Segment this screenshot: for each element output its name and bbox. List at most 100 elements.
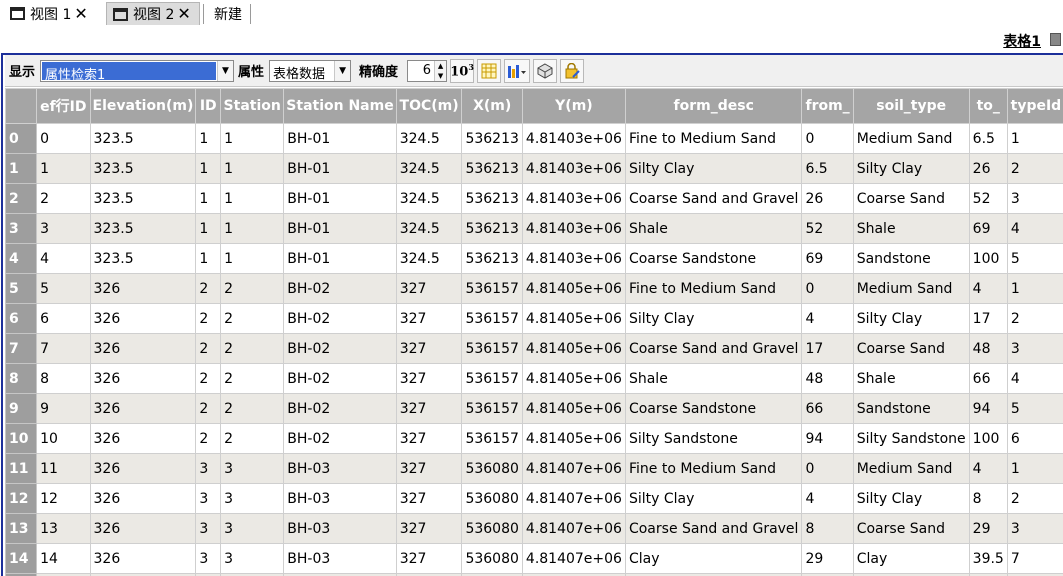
column-header[interactable]: Y(m) — [521, 88, 626, 124]
table-cell[interactable]: 0 — [801, 273, 854, 304]
table-cell[interactable]: 8 — [801, 513, 854, 544]
table-row[interactable]: 6 6 326 2 2 BH-02 327 536157 4.81405e+06 Silty Cl… — [5, 303, 1063, 334]
table-cell[interactable]: 1 — [195, 153, 222, 184]
table-cell[interactable]: Coarse Sandstone — [624, 393, 803, 424]
table-cell[interactable]: 3 — [195, 543, 222, 574]
table-cell[interactable]: 327 — [395, 483, 463, 514]
table-cell[interactable]: 327 — [395, 303, 463, 334]
table-cell[interactable]: 10 — [36, 423, 91, 454]
table-cell[interactable]: 326 — [89, 273, 197, 304]
table-row[interactable]: 7 7 326 2 2 BH-02 327 536157 4.81405e+06 Coarse S… — [5, 333, 1063, 364]
table-cell[interactable]: BH-02 — [283, 393, 397, 424]
table-cell[interactable]: 326 — [89, 303, 197, 334]
row-header[interactable]: 12 — [5, 483, 38, 514]
table-cell[interactable]: 5 — [1006, 243, 1063, 274]
table-cell[interactable]: BH-03 — [283, 453, 397, 484]
table-row[interactable]: 4 4 323.5 1 1 BH-01 324.5 536213 4.81403e+06 Coar… — [5, 243, 1063, 274]
table-cell[interactable]: 69 — [801, 243, 854, 274]
down-arrow-icon[interactable]: ▼ — [435, 71, 446, 81]
table-cell[interactable]: Silty Clay — [852, 153, 970, 184]
table-cell[interactable]: Medium Sand — [852, 273, 970, 304]
table-cell[interactable]: 2 — [1006, 303, 1063, 334]
table-cell[interactable]: Coarse Sand and Gravel — [624, 513, 803, 544]
table-cell[interactable]: 17 — [801, 333, 854, 364]
table-cell[interactable]: 1 — [220, 213, 285, 244]
table-cell[interactable]: Silty Clay — [624, 153, 803, 184]
table-cell[interactable]: BH-01 — [283, 243, 397, 274]
table-cell[interactable]: BH-01 — [283, 153, 397, 184]
table-cell[interactable]: BH-03 — [283, 543, 397, 574]
table-cell[interactable]: Fine to Medium Sand — [624, 273, 803, 304]
table-cell[interactable]: 1 — [1006, 453, 1063, 484]
table-cell[interactable]: 48 — [801, 363, 854, 394]
table-cell[interactable]: 3 — [1006, 513, 1063, 544]
table-cell[interactable]: 1 — [1006, 273, 1063, 304]
table-cell[interactable]: BH-03 — [283, 513, 397, 544]
table-cell[interactable]: 327 — [395, 273, 463, 304]
display-select[interactable]: 属性检索1 ▼ — [40, 59, 235, 82]
table-cell[interactable]: 4.81405e+06 — [521, 363, 626, 394]
table-cell[interactable]: 536213 — [461, 153, 523, 184]
table-cell[interactable]: Shale — [852, 363, 970, 394]
column-header[interactable]: typeId — [1006, 88, 1063, 124]
scientific-notation-button[interactable]: 103 — [450, 58, 475, 83]
column-chart-button[interactable] — [504, 58, 531, 83]
table-cell[interactable]: 6.5 — [801, 153, 854, 184]
table-cell[interactable]: 4.81405e+06 — [521, 393, 626, 424]
table-cell[interactable]: 3 — [36, 213, 91, 244]
table-cell[interactable]: 48 — [968, 333, 1008, 364]
table-cell[interactable]: Fine to Medium Sand — [624, 453, 803, 484]
table-cell[interactable]: 327 — [395, 363, 463, 394]
table-cell[interactable]: 324.5 — [395, 243, 463, 274]
table-cell[interactable]: 2 — [220, 363, 285, 394]
column-header[interactable]: ID — [195, 88, 222, 124]
tab-view-2[interactable]: 视图 2 ✕ — [106, 2, 200, 25]
table-cell[interactable]: 26 — [968, 153, 1008, 184]
table-row[interactable]: 0 0 323.5 1 1 BH-01 324.5 536213 4.81403e+06 Fine… — [5, 123, 1063, 154]
sheet-title[interactable]: 表格1 — [1003, 31, 1041, 51]
table-cell[interactable]: 3 — [220, 453, 285, 484]
table-cell[interactable]: 326 — [89, 423, 197, 454]
table-cell[interactable]: 3 — [220, 543, 285, 574]
table-cell[interactable]: 4.81405e+06 — [521, 333, 626, 364]
table-cell[interactable]: 2 — [195, 423, 222, 454]
table-cell[interactable]: 4.81405e+06 — [521, 303, 626, 334]
table-cell[interactable]: 11 — [36, 453, 91, 484]
table-cell[interactable]: Sandstone — [852, 393, 970, 424]
table-row[interactable]: 13 13 326 3 3 BH-03 327 536080 4.81407e+06 Coarse… — [5, 513, 1063, 544]
column-header[interactable]: X(m) — [461, 88, 523, 124]
table-cell[interactable]: 7 — [1006, 543, 1063, 574]
table-cell[interactable]: 1 — [195, 183, 222, 214]
table-cell[interactable]: 323.5 — [89, 183, 197, 214]
table-cell[interactable]: Coarse Sand — [852, 513, 970, 544]
table-cell[interactable]: 26 — [801, 183, 854, 214]
chevron-down-icon[interactable]: ▼ — [334, 60, 351, 81]
table-cell[interactable]: 2 — [195, 333, 222, 364]
table-cell[interactable]: 8 — [36, 363, 91, 394]
row-header[interactable]: 6 — [5, 303, 38, 334]
column-header[interactable]: Station Name — [283, 88, 397, 124]
table-cell[interactable]: 536157 — [461, 393, 523, 424]
close-icon[interactable]: ✕ — [177, 6, 190, 22]
table-cell[interactable]: 100 — [968, 423, 1008, 454]
table-cell[interactable]: BH-02 — [283, 363, 397, 394]
table-cell[interactable]: 326 — [89, 393, 197, 424]
table-cell[interactable]: 536080 — [461, 453, 523, 484]
table-cell[interactable]: 3 — [195, 483, 222, 514]
table-cell[interactable]: Silty Clay — [624, 303, 803, 334]
table-cell[interactable]: 100 — [968, 243, 1008, 274]
table-cell[interactable]: 536157 — [461, 363, 523, 394]
table-cell[interactable]: 94 — [801, 423, 854, 454]
row-header[interactable]: 4 — [5, 243, 38, 274]
table-cell[interactable]: 326 — [89, 513, 197, 544]
table-cell[interactable]: 327 — [395, 543, 463, 574]
table-cell[interactable]: 2 — [220, 393, 285, 424]
table-cell[interactable]: BH-02 — [283, 273, 397, 304]
table-cell[interactable]: 4.81407e+06 — [521, 543, 626, 574]
table-cell[interactable]: 4 — [968, 453, 1008, 484]
table-cell[interactable]: 29 — [968, 513, 1008, 544]
table-row[interactable]: 5 5 326 2 2 BH-02 327 536157 4.81405e+06 Fine to … — [5, 273, 1063, 304]
row-header[interactable]: 14 — [5, 543, 38, 574]
table-cell[interactable]: 2 — [220, 303, 285, 334]
column-header[interactable]: Elevation(m) — [89, 88, 197, 124]
